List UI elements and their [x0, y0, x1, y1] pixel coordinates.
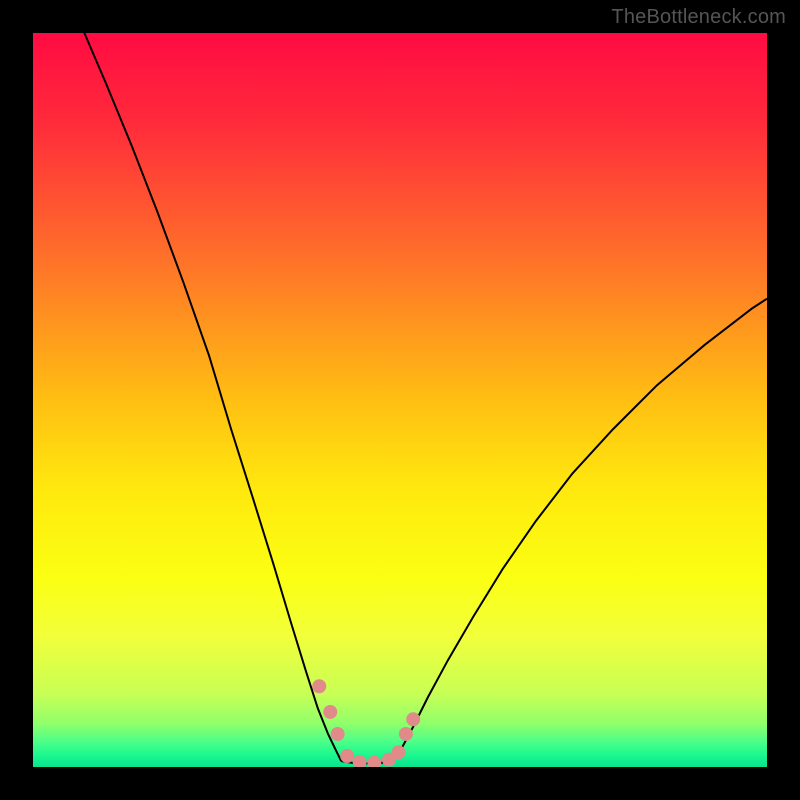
marker-left-cluster	[312, 679, 326, 693]
series-right-arm	[393, 299, 767, 761]
marker-left-cluster	[323, 705, 337, 719]
chart-frame: TheBottleneck.com	[0, 0, 800, 800]
marker-left-cluster	[367, 756, 381, 767]
plot-area	[33, 33, 767, 767]
marker-right-cluster	[406, 712, 420, 726]
marker-right-cluster	[399, 727, 413, 741]
curve-layer	[33, 33, 767, 767]
series-left-arm	[84, 33, 341, 761]
marker-left-cluster	[340, 749, 354, 763]
marker-left-cluster	[353, 755, 367, 767]
watermark-text: TheBottleneck.com	[611, 6, 786, 29]
marker-left-cluster	[331, 727, 345, 741]
marker-right-cluster	[392, 745, 406, 759]
